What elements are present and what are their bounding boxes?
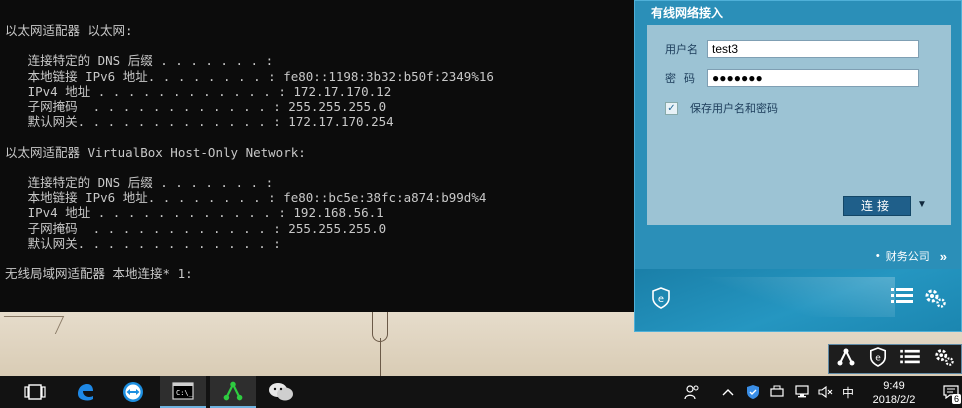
connect-button[interactable]: 连接 — [843, 196, 911, 216]
save-credentials-label: 保存用户名和密码 — [690, 103, 778, 115]
password-row: 密码 ●●●●●●● — [665, 68, 919, 88]
network-client-icon[interactable] — [210, 376, 256, 408]
company-bullet: • — [875, 250, 880, 262]
username-input[interactable]: test3 — [707, 40, 919, 58]
password-label: 密码 — [665, 73, 703, 85]
usb-device-icon[interactable] — [769, 376, 785, 408]
tray-overflow-popup: e — [828, 344, 962, 374]
login-box: 用户名 test3 密码 ●●●●●●● ✓ 保存用户名和密码 连接 ▼ — [647, 25, 951, 225]
list-icon[interactable] — [891, 287, 913, 311]
edge-icon[interactable] — [62, 376, 108, 408]
svg-text:C:\_: C:\_ — [176, 389, 194, 397]
password-input[interactable]: ●●●●●●● — [707, 69, 919, 87]
network-status-icon[interactable] — [794, 376, 810, 408]
network-client-icon[interactable] — [836, 347, 856, 372]
wallpaper-sketch-line — [380, 338, 381, 376]
company-label: 财务公司 — [885, 251, 930, 263]
console-window[interactable]: 以太网适配器 以太网: 连接特定的 DNS 后缀 . . . . . . . :… — [0, 0, 634, 312]
people-icon[interactable] — [684, 376, 700, 408]
chevron-up-icon[interactable] — [722, 376, 734, 408]
console-output: 以太网适配器 以太网: 连接特定的 DNS 后缀 . . . . . . . :… — [5, 23, 494, 282]
clock-time: 9:49 — [883, 380, 905, 392]
gear-icon[interactable] — [923, 287, 947, 315]
client-footer: e — [635, 269, 961, 331]
ime-indicator[interactable]: 中 — [842, 376, 854, 408]
clock-date: 2018/2/2 — [872, 394, 916, 406]
shield-e-icon[interactable]: e — [869, 346, 887, 372]
notification-badge: 6 — [951, 394, 961, 404]
wechat-icon[interactable] — [258, 376, 304, 408]
svg-text:e: e — [658, 294, 664, 305]
expand-chevron-icon[interactable]: » — [940, 249, 947, 264]
taskbar: C:\_ 中 9:49 2018/2/2 6 — [0, 376, 962, 408]
svg-text:e: e — [875, 353, 881, 363]
username-row: 用户名 test3 — [665, 39, 919, 59]
list-icon[interactable] — [899, 349, 920, 370]
cmd-icon[interactable]: C:\_ — [160, 376, 206, 408]
notification-center[interactable]: 6 — [940, 376, 962, 408]
connect-options-chevron-down-icon[interactable]: ▼ — [917, 199, 927, 210]
username-label: 用户名 — [665, 44, 698, 56]
system-clock[interactable]: 9:49 2018/2/2 — [868, 379, 920, 407]
volume-muted-icon[interactable] — [817, 376, 833, 408]
task-view-icon[interactable] — [12, 376, 58, 408]
company-link[interactable]: • 财务公司 » — [876, 248, 947, 264]
client-title: 有线网络接入 — [651, 6, 724, 20]
shield-e-icon[interactable]: e — [651, 287, 671, 315]
security-shield-icon[interactable] — [745, 376, 761, 408]
teamviewer-icon[interactable] — [110, 376, 156, 408]
save-credentials-checkbox[interactable]: ✓ — [665, 101, 678, 115]
save-credentials-row[interactable]: ✓ 保存用户名和密码 — [665, 100, 778, 116]
wallpaper-sketch-edge — [0, 316, 65, 334]
footer-decoration — [675, 277, 895, 317]
network-client-panel: 有线网络接入 用户名 test3 密码 ●●●●●●● ✓ 保存用户名和密码 连… — [634, 0, 962, 332]
gear-icon[interactable] — [933, 347, 955, 372]
